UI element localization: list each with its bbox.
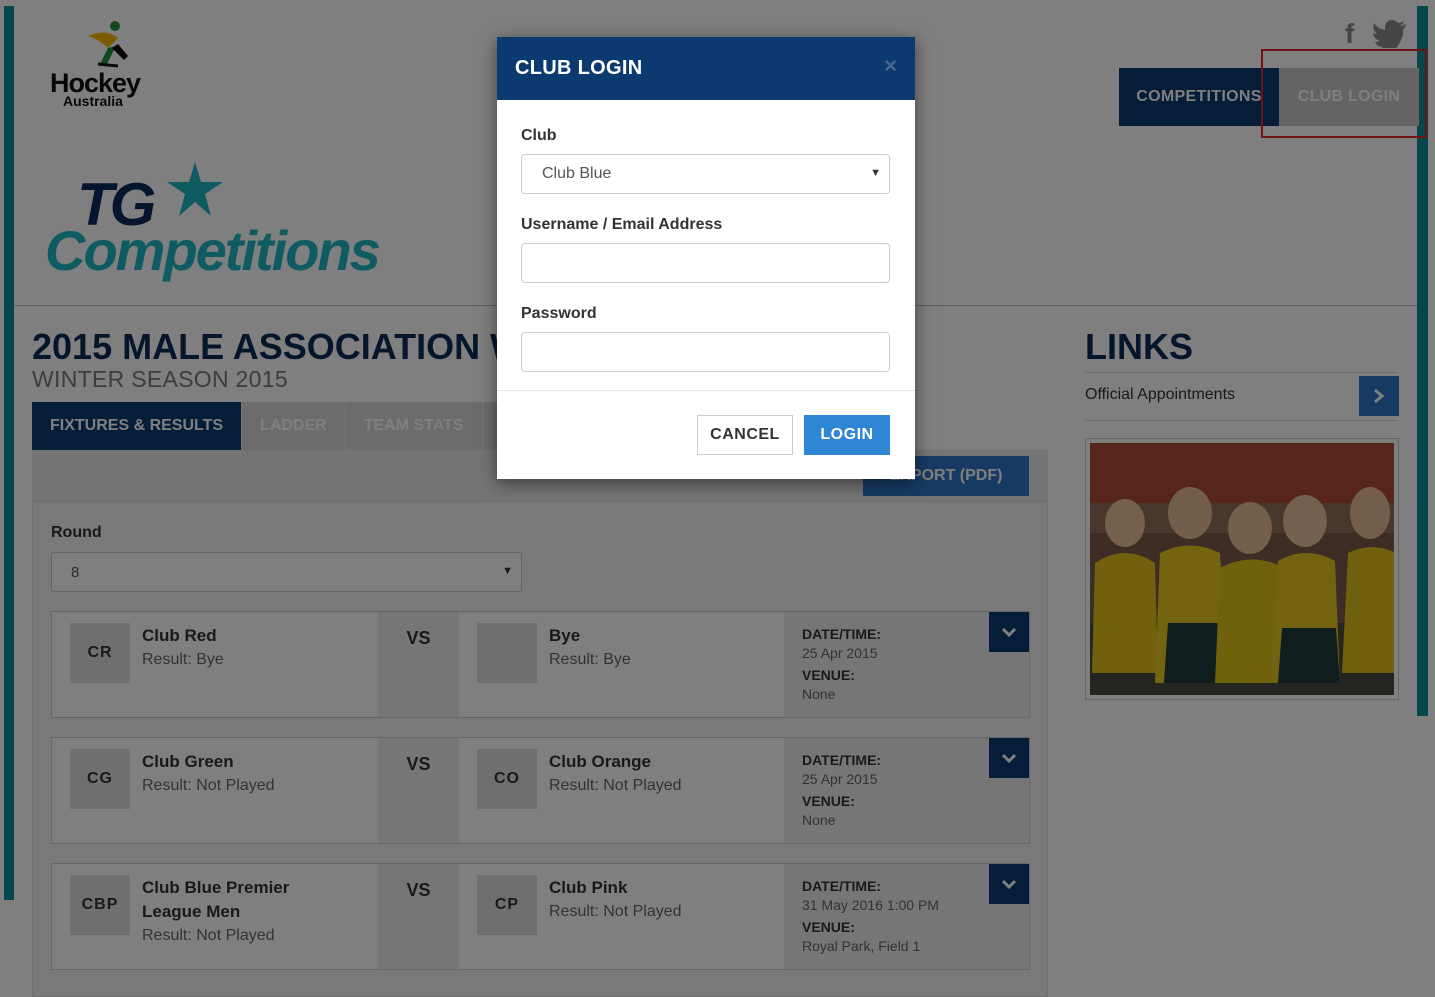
club-select[interactable]: Club Blue ▼ <box>521 154 890 194</box>
close-icon[interactable]: × <box>884 53 897 79</box>
modal-header: CLUB LOGIN × <box>497 37 915 100</box>
chevron-down-icon: ▼ <box>870 167 881 179</box>
club-login-modal: CLUB LOGIN × Club Club Blue ▼ Username /… <box>497 37 915 479</box>
modal-footer-divider <box>497 390 915 391</box>
modal-title: CLUB LOGIN <box>515 57 643 79</box>
club-select-value: Club Blue <box>542 165 612 182</box>
club-label: Club <box>521 127 557 144</box>
username-field[interactable] <box>521 243 890 283</box>
page: Hockey Australia TG Competitions f COMPE… <box>0 0 1435 997</box>
login-button[interactable]: LOGIN <box>804 415 890 455</box>
password-field[interactable] <box>521 332 890 372</box>
username-label: Username / Email Address <box>521 216 723 233</box>
password-label: Password <box>521 305 597 322</box>
cancel-button[interactable]: CANCEL <box>697 415 793 455</box>
